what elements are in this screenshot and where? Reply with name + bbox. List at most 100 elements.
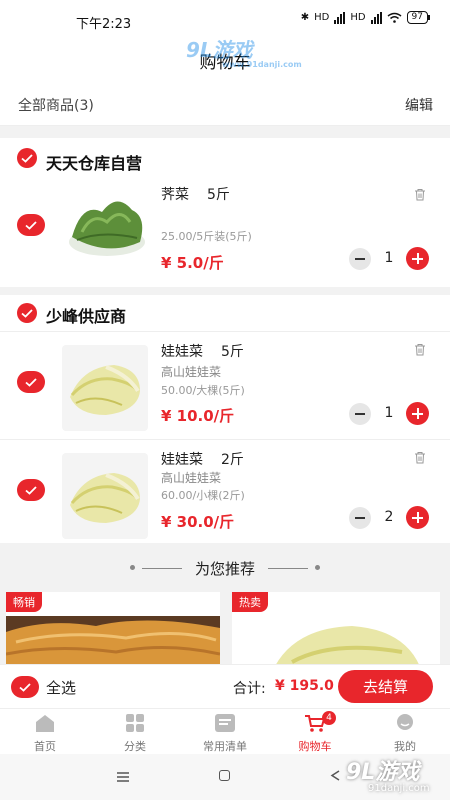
corner-logo-text: 9L游戏 — [346, 760, 420, 785]
home-button-icon[interactable] — [219, 770, 230, 781]
napa-cabbage-image — [70, 365, 140, 415]
product-title: 娃娃菜 — [161, 344, 203, 360]
quantity-value: 1 — [384, 250, 394, 266]
product-image[interactable] — [62, 345, 148, 431]
store-section: 少峰供应商 娃娃菜 5斤 高山娃娃菜 50.00/大棵(5斤) ¥ 10.0/斤 … — [0, 295, 450, 543]
store-section: 天天仓库自营 荠菜 5斤 25.00/5斤装(5斤) ¥ 5.0/斤 1 — [0, 138, 450, 287]
product-price: ¥ 5.0/斤 — [161, 254, 224, 272]
check-icon — [19, 682, 31, 692]
all-items-count: 全部商品(3) — [18, 98, 94, 114]
store-checkbox[interactable] — [17, 303, 37, 323]
increase-qty-button[interactable] — [406, 506, 429, 529]
trash-icon[interactable] — [414, 188, 426, 201]
check-icon — [25, 377, 37, 387]
product-weight: 5斤 — [207, 187, 230, 203]
profile-icon — [397, 714, 413, 730]
product-name: 荠菜 5斤 — [161, 184, 230, 204]
divider — [0, 439, 450, 440]
decrease-qty-button[interactable] — [349, 403, 371, 425]
tab-profile[interactable]: 我的 — [360, 709, 450, 755]
battery-icon: 97 — [406, 11, 431, 24]
watermark-logo: 9L游戏 www.91danji.com — [186, 34, 302, 69]
cart-count-badge: 4 — [322, 711, 336, 725]
tab-category[interactable]: 分类 — [90, 709, 180, 755]
product-image[interactable] — [62, 182, 148, 268]
select-all-checkbox[interactable] — [11, 676, 39, 698]
hot-sale-badge: 热卖 — [232, 592, 268, 612]
menu-icon[interactable] — [116, 772, 130, 782]
bluetooth-icon: ✱ — [300, 12, 310, 23]
back-icon[interactable] — [330, 770, 341, 781]
cart-item: 娃娃菜 2斤 高山娃娃菜 60.00/小棵(2斤) ¥ 30.0/斤 2 — [0, 449, 450, 557]
network-label-1: HD — [314, 12, 330, 23]
decor-line — [268, 568, 308, 569]
store-name: 少峰供应商 — [46, 307, 127, 326]
decrease-qty-button[interactable] — [349, 248, 371, 270]
product-desc: 高山娃娃菜 — [161, 365, 222, 379]
tab-list[interactable]: 常用清单 — [180, 709, 270, 755]
status-time: 下午2:23 — [76, 17, 132, 32]
product-spec: 60.00/小棵(2斤) — [161, 489, 245, 502]
increase-qty-button[interactable] — [406, 402, 429, 425]
check-icon — [21, 308, 33, 318]
category-icon — [126, 714, 144, 732]
item-checkbox[interactable] — [17, 371, 45, 393]
wifi-icon — [387, 12, 402, 23]
product-name: 娃娃菜 2斤 — [161, 449, 244, 469]
product-price: ¥ 30.0/斤 — [161, 513, 235, 531]
recommend-card[interactable]: 热卖 — [232, 592, 440, 672]
product-price: ¥ 10.0/斤 — [161, 407, 235, 425]
home-icon — [36, 715, 54, 732]
quantity-value: 2 — [384, 509, 394, 525]
corner-logo-sub: 91danji.com — [368, 783, 430, 794]
decrease-qty-button[interactable] — [349, 507, 371, 529]
tab-cart[interactable]: 4 购物车 — [270, 709, 360, 755]
recommend-card[interactable]: 畅销 — [6, 592, 220, 672]
tab-label: 分类 — [124, 740, 146, 753]
total-value: ¥ 195.0 — [275, 678, 334, 694]
product-image[interactable] — [62, 453, 148, 539]
edit-button[interactable]: 编辑 — [405, 95, 433, 115]
signal-icon — [334, 11, 346, 24]
tab-label: 常用清单 — [203, 740, 247, 753]
product-spec: 25.00/5斤装(5斤) — [161, 230, 252, 243]
list-icon — [215, 714, 235, 732]
tab-label: 首页 — [34, 740, 56, 753]
tab-label: 购物车 — [298, 740, 332, 753]
store-checkbox[interactable] — [17, 148, 37, 168]
recommend-title: 为您推荐 — [194, 560, 255, 578]
store-header: 少峰供应商 — [0, 295, 450, 341]
signal-icon-2 — [370, 11, 382, 24]
bestseller-badge: 畅销 — [6, 592, 42, 612]
trash-icon[interactable] — [414, 343, 426, 356]
product-weight: 2斤 — [221, 452, 244, 468]
product-title: 荠菜 — [161, 187, 189, 203]
tab-label: 我的 — [394, 740, 416, 753]
checkout-bar: 全选 合计: ¥ 195.0 去结算 — [0, 664, 450, 708]
cart-item: 荠菜 5斤 25.00/5斤装(5斤) ¥ 5.0/斤 1 — [0, 182, 450, 290]
tab-home[interactable]: 首页 — [0, 709, 90, 755]
product-spec: 50.00/大棵(5斤) — [161, 384, 245, 397]
leafy-greens-image — [69, 201, 145, 256]
quantity-value: 1 — [384, 405, 394, 421]
corner-watermark-logo: 9L游戏 91danji.com — [346, 754, 430, 794]
divider — [0, 331, 450, 332]
product-desc: 高山娃娃菜 — [161, 471, 222, 485]
total-label: 合计: — [233, 681, 266, 697]
check-icon — [21, 153, 33, 163]
increase-qty-button[interactable] — [406, 247, 429, 270]
network-label-2: HD — [350, 12, 366, 23]
watermark-text: 9L游戏 — [186, 38, 253, 62]
watermark-sub: www.91danji.com — [222, 60, 302, 69]
product-weight: 5斤 — [221, 344, 244, 360]
checkout-button[interactable]: 去结算 — [338, 670, 433, 703]
store-name: 天天仓库自营 — [46, 154, 143, 173]
item-checkbox[interactable] — [17, 479, 45, 501]
bottom-tab-bar: 首页 分类 常用清单 4 购物车 我的 — [0, 708, 450, 754]
store-header: 天天仓库自营 — [0, 138, 450, 184]
product-title: 娃娃菜 — [161, 452, 203, 468]
napa-cabbage-image — [70, 473, 140, 523]
trash-icon[interactable] — [414, 451, 426, 464]
select-all-label[interactable]: 全选 — [46, 677, 76, 698]
item-checkbox[interactable] — [17, 214, 45, 236]
